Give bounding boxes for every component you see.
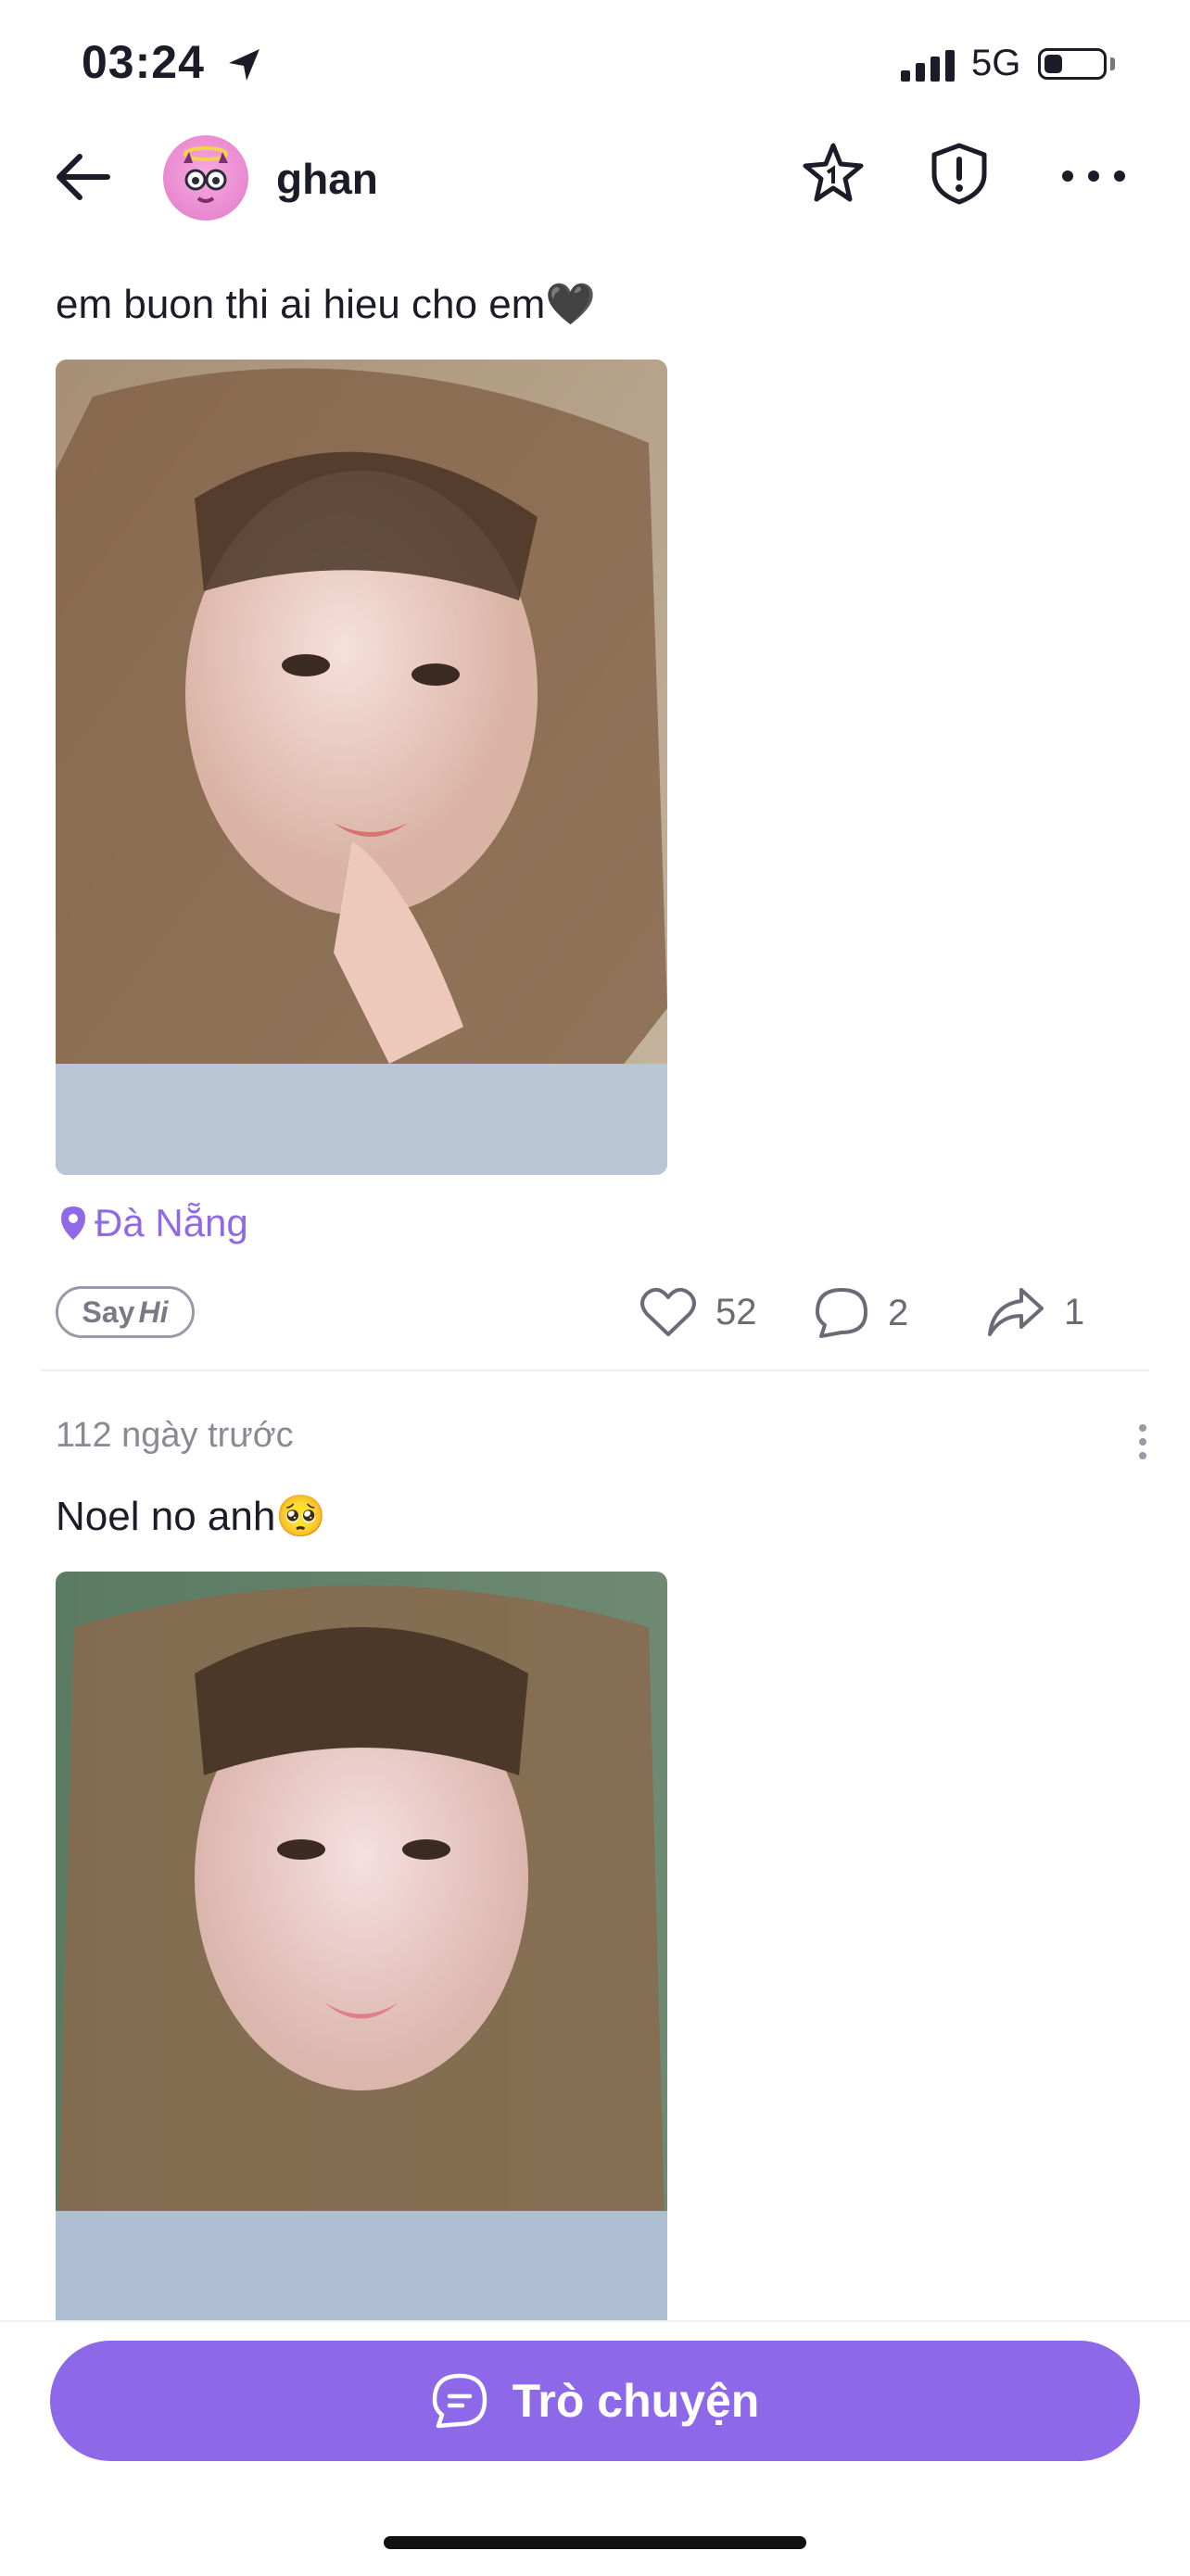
chat-button[interactable]: Trò chuyện [50,2341,1140,2461]
home-indicator [384,2536,806,2549]
post-photo[interactable] [56,360,667,1175]
like-count: 52 [715,1291,757,1332]
comment-icon [816,1288,867,1338]
post-location[interactable]: Đà Nẵng [59,1201,248,1245]
chat-icon [432,2373,487,2429]
network-type: 5G [971,43,1021,83]
share-icon [988,1288,1044,1336]
battery-fill [1044,55,1062,73]
heart-icon [640,1287,696,1336]
say-hi-button[interactable]: Say Hi [56,1286,195,1338]
say-hi-suffix: Hi [138,1294,169,1329]
back-button[interactable] [52,145,117,214]
post-more-icon[interactable] [1136,1423,1149,1465]
pin-icon [61,1206,85,1240]
location-label: Đà Nẵng [95,1201,248,1244]
battery-tip [1110,57,1115,70]
status-time: 03:24 [82,36,205,88]
signal-icon [901,50,958,88]
post-photo[interactable] [56,1572,667,2322]
more-icon[interactable] [1058,141,1129,210]
username[interactable]: ghan [276,154,378,204]
chat-button-label: Trò chuyện [512,2375,760,2427]
post-caption: Noel no anh🥺 [56,1494,327,1539]
share-count: 1 [1064,1291,1085,1332]
like-button[interactable]: 52 [639,1286,757,1338]
location-arrow-icon [226,46,263,88]
star-badge-icon[interactable] [801,141,866,210]
comment-count: 2 [888,1292,909,1333]
post-time: 112 ngày trước [56,1416,294,1455]
post-divider [41,1370,1149,1371]
shield-alert-icon[interactable] [927,141,992,210]
avatar[interactable] [163,135,248,221]
post-caption: em buon thi ai hieu cho em🖤 [56,282,597,327]
comment-button[interactable]: 2 [814,1286,908,1340]
share-button[interactable]: 1 [986,1286,1084,1338]
say-hi-prefix: Say [82,1294,135,1329]
battery-icon [1038,48,1107,80]
